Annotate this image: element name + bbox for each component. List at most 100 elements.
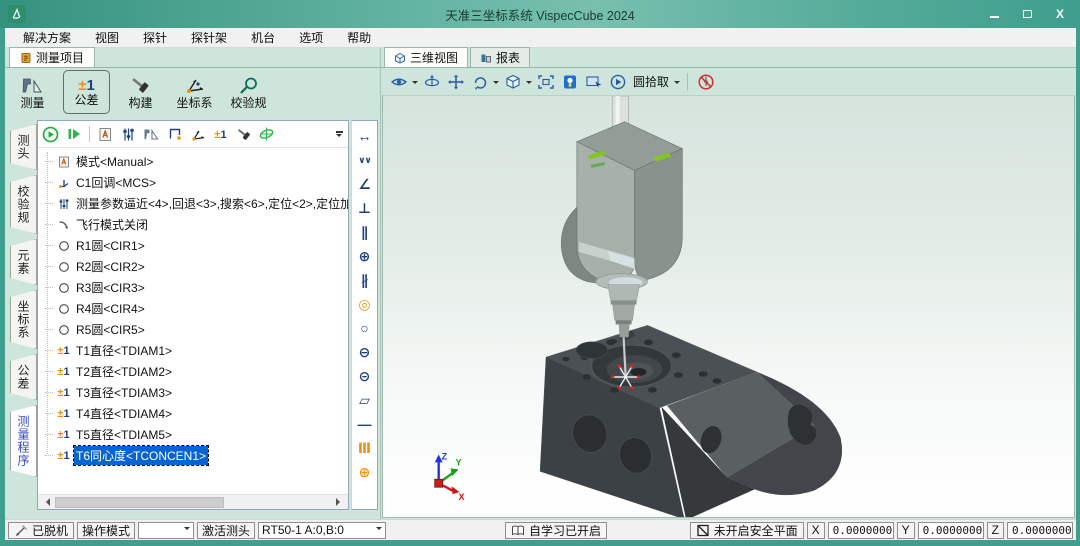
plane-view-button[interactable] xyxy=(257,125,276,144)
tree-row-params[interactable]: 测量参数逼近<4>,回退<3>,搜索<6>,定位<2>,定位加<2>,测 xyxy=(40,193,348,214)
circle-icon xyxy=(55,240,72,252)
mode-command-button[interactable] xyxy=(96,125,115,144)
gauge-magnifier-icon xyxy=(237,76,261,96)
element-frame-button[interactable] xyxy=(165,125,184,144)
measure-program-tree: 模式<Manual> C1回调<MCS> 测量参数逼近<4>,回退<3>,搜索<… xyxy=(38,148,348,494)
chevron-down-icon[interactable] xyxy=(493,81,499,87)
ribbon-gauge-button[interactable]: 校验规 xyxy=(225,70,272,114)
tolerance-icon: ±1 xyxy=(55,406,72,421)
status-bar: 已脱机 操作模式 激活测头 RT50-1 A:0,B:0 自学习已开启 未开启安… xyxy=(5,519,1076,540)
tree-row-tdiam3[interactable]: ±1T3直径<TDIAM3> xyxy=(40,382,348,403)
view-tab-strip: 三维视图 报表 xyxy=(381,48,1076,68)
menu-help[interactable]: 帮助 xyxy=(335,28,383,47)
ribbon-coordinate-button[interactable]: 坐标系 xyxy=(171,70,218,114)
side-tab-coordinate[interactable]: 坐标系 xyxy=(10,290,37,349)
window-select-button[interactable] xyxy=(583,71,604,92)
flatness-icon[interactable]: ▱ xyxy=(352,388,377,412)
position-icon[interactable]: ⊕ xyxy=(352,244,377,268)
zoom-fit-button[interactable] xyxy=(535,71,556,92)
cmm-3d-render[interactable]: Z Y X xyxy=(383,96,1074,517)
chevron-down-icon[interactable] xyxy=(674,81,680,87)
symmetry-icon[interactable]: Ⅲ xyxy=(352,436,377,460)
step-run-button[interactable] xyxy=(64,125,83,144)
menu-machine[interactable]: 机台 xyxy=(239,28,287,47)
tree-row-tdiam2[interactable]: ±1T2直径<TDIAM2> xyxy=(40,361,348,382)
side-tab-tolerance[interactable]: 公差 xyxy=(10,354,37,400)
measure-tool-button[interactable] xyxy=(142,125,161,144)
runout-icon[interactable]: ∦ xyxy=(352,268,377,292)
ribbon-measure-button[interactable]: 测量 xyxy=(9,70,56,114)
circle-pick-label[interactable]: 圆拾取 xyxy=(633,73,669,90)
run-program-button[interactable] xyxy=(41,125,60,144)
restore-button[interactable] xyxy=(1023,10,1032,18)
view-cube-button[interactable] xyxy=(502,71,523,92)
tab-report[interactable]: 报表 xyxy=(470,47,530,67)
straightness-icon[interactable]: — xyxy=(352,412,377,436)
tree-row-tdiam4[interactable]: ±1T4直径<TDIAM4> xyxy=(40,403,348,424)
ribbon-construct-button[interactable]: 构建 xyxy=(117,70,164,114)
probe-disabled-button[interactable] xyxy=(695,71,716,92)
tree-row-callback[interactable]: C1回调<MCS> xyxy=(40,172,348,193)
active-probe-select[interactable]: RT50-1 A:0,B:0 xyxy=(258,522,386,539)
circle-dash-icon[interactable]: ⊝ xyxy=(352,364,377,388)
toolbar-overflow-button[interactable] xyxy=(333,125,345,143)
scroll-left-arrow[interactable] xyxy=(39,496,53,509)
position-orange-icon[interactable]: ⊕ xyxy=(352,460,377,484)
tree-row-circle1[interactable]: R1圆<CIR1> xyxy=(40,235,348,256)
side-tab-gauge[interactable]: 校验规 xyxy=(10,175,37,234)
pan-move-button[interactable] xyxy=(445,71,466,92)
coordinate-small-button[interactable] xyxy=(188,125,207,144)
tree-row-fly-mode[interactable]: 飞行模式关闭 xyxy=(40,214,348,235)
scrollbar-thumb[interactable] xyxy=(55,497,224,508)
side-tab-elements[interactable]: 元素 xyxy=(10,239,37,285)
tree-row-circle3[interactable]: R3圆<CIR3> xyxy=(40,277,348,298)
menu-probe[interactable]: 探针 xyxy=(131,28,179,47)
measure-program-tree-panel: ±1 模式<Manual> C1回调<MCS> 测量参数逼近<4>,回退<3>,… xyxy=(37,120,349,510)
visibility-eye-button[interactable] xyxy=(388,71,409,92)
v-profile-icon[interactable]: ∨∨ xyxy=(352,148,377,172)
tree-horizontal-scrollbar[interactable] xyxy=(38,494,348,509)
chevron-down-icon[interactable] xyxy=(526,81,532,87)
tab-measure-project[interactable]: 测量项目 xyxy=(9,47,95,67)
tolerance-small-button[interactable]: ±1 xyxy=(211,125,230,144)
offline-icon xyxy=(14,524,28,537)
side-tab-probe[interactable]: 测头 xyxy=(10,124,37,170)
measure-params-button[interactable] xyxy=(119,125,138,144)
menu-view[interactable]: 视图 xyxy=(83,28,131,47)
tree-row-circle2[interactable]: R2圆<CIR2> xyxy=(40,256,348,277)
perpendicularity-icon[interactable]: ⊥ xyxy=(352,196,377,220)
tree-row-circle5[interactable]: R5圆<CIR5> xyxy=(40,319,348,340)
z-axis-label: Z xyxy=(987,522,1004,539)
scroll-right-arrow[interactable] xyxy=(333,496,347,509)
axis-triad-icon: Z Y X xyxy=(435,451,465,502)
minimize-button[interactable] xyxy=(990,10,999,18)
ribbon-tolerance-button[interactable]: ±1 公差 xyxy=(63,70,110,114)
tree-row-tconcen1-selected[interactable]: ±1T6同心度<TCONCEN1> xyxy=(40,445,348,466)
parallelism-icon[interactable]: ∥ xyxy=(352,220,377,244)
construct-small-button[interactable] xyxy=(234,125,253,144)
concentricity-icon[interactable]: ◎ xyxy=(352,292,377,316)
orbit-rotate-button[interactable] xyxy=(421,71,442,92)
rotate-view-button[interactable] xyxy=(469,71,490,92)
distance-icon[interactable]: ↔ xyxy=(352,124,377,148)
tree-row-tdiam1[interactable]: ±1T1直径<TDIAM1> xyxy=(40,340,348,361)
measure-icon xyxy=(21,76,45,96)
tab-3d-view[interactable]: 三维视图 xyxy=(384,47,468,67)
locate-position-button[interactable] xyxy=(559,71,580,92)
x-axis-value: 0.0000000 xyxy=(828,522,894,539)
circle-pick-play-button[interactable] xyxy=(607,71,628,92)
side-tab-measure-program[interactable]: 测量程序 xyxy=(10,405,37,477)
close-button[interactable]: X xyxy=(1056,8,1064,20)
tree-row-mode[interactable]: 模式<Manual> xyxy=(40,151,348,172)
chevron-down-icon[interactable] xyxy=(412,81,418,87)
tree-row-tdiam5[interactable]: ±1T5直径<TDIAM5> xyxy=(40,424,348,445)
viewport-3d[interactable]: Z Y X xyxy=(382,95,1075,518)
operation-mode-select[interactable] xyxy=(138,522,194,539)
circle-line-icon[interactable]: ⊖ xyxy=(352,340,377,364)
tree-row-circle4[interactable]: R4圆<CIR4> xyxy=(40,298,348,319)
menu-probe-rack[interactable]: 探针架 xyxy=(179,28,239,47)
menu-solution[interactable]: 解决方案 xyxy=(11,28,83,47)
angularity-icon[interactable]: ∠ xyxy=(352,172,377,196)
menu-options[interactable]: 选项 xyxy=(287,28,335,47)
circularity-icon[interactable]: ○ xyxy=(352,316,377,340)
